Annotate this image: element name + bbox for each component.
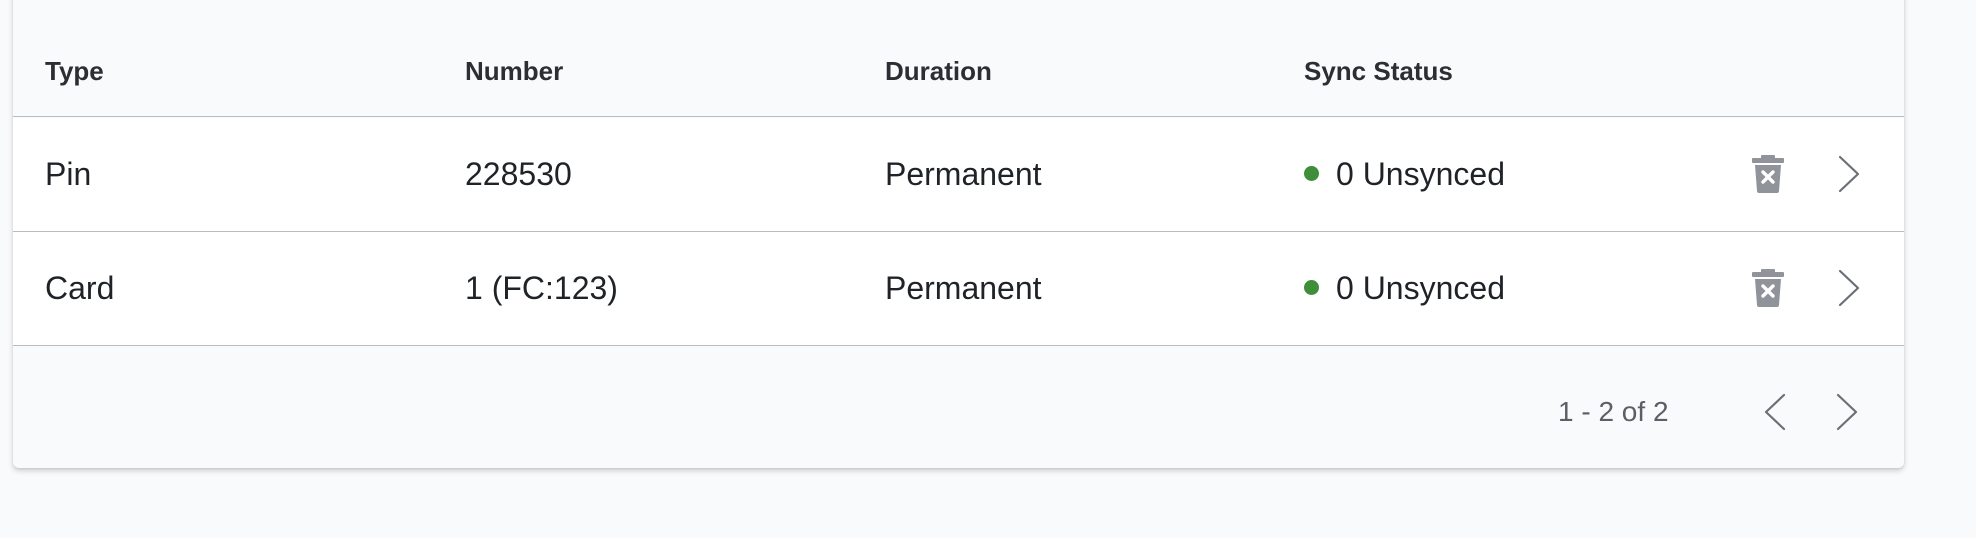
delete-button[interactable]: [1743, 118, 1793, 230]
table-row[interactable]: Card 1 (FC:123) Permanent 0 Unsynced: [13, 232, 1904, 346]
column-header-number[interactable]: Number: [465, 56, 563, 87]
sync-status: 0 Unsynced: [1304, 118, 1505, 230]
column-header-sync-status[interactable]: Sync Status: [1304, 56, 1453, 87]
previous-page-button[interactable]: [1753, 355, 1797, 468]
pagination-bar: 1 - 2 of 2: [13, 355, 1904, 468]
trash-x-icon: [1752, 155, 1784, 193]
sync-status-text: 0 Unsynced: [1336, 156, 1505, 192]
open-details-button[interactable]: [1829, 118, 1869, 230]
chevron-right-icon: [1838, 269, 1860, 307]
credential-number: 228530: [465, 156, 572, 192]
sync-status-text: 0 Unsynced: [1336, 270, 1505, 306]
credential-duration: Permanent: [885, 270, 1042, 306]
credential-duration: Permanent: [885, 156, 1042, 192]
chevron-right-icon: [1836, 393, 1858, 430]
next-page-button[interactable]: [1825, 355, 1869, 468]
column-header-type[interactable]: Type: [45, 56, 104, 87]
credentials-table-card: Type Number Duration Sync Status Pin 228…: [13, 0, 1904, 468]
chevron-left-icon: [1764, 393, 1786, 430]
credential-type: Card: [45, 270, 115, 306]
table-row[interactable]: Pin 228530 Permanent 0 Unsynced: [13, 118, 1904, 232]
trash-x-icon: [1752, 269, 1784, 307]
open-details-button[interactable]: [1829, 232, 1869, 344]
sync-status: 0 Unsynced: [1304, 232, 1505, 344]
credential-type: Pin: [45, 156, 92, 192]
delete-button[interactable]: [1743, 232, 1793, 344]
pagination-range: 1 - 2 of 2: [1558, 396, 1669, 427]
chevron-right-icon: [1838, 155, 1860, 193]
status-dot-icon: [1304, 166, 1319, 182]
column-header-duration[interactable]: Duration: [885, 56, 992, 87]
status-dot-icon: [1304, 280, 1319, 296]
credential-number: 1 (FC:123): [465, 270, 618, 306]
table-header-row: Type Number Duration Sync Status: [13, 0, 1904, 117]
